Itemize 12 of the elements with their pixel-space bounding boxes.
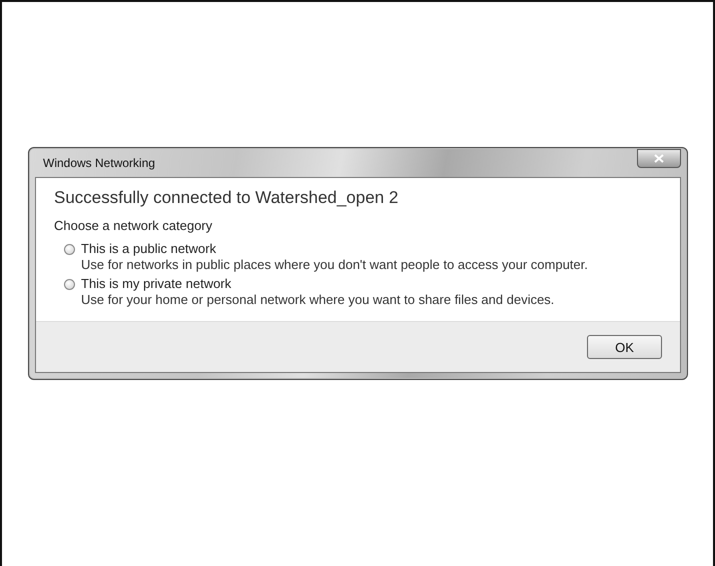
option-label[interactable]: This is a public network: [81, 241, 588, 256]
ok-button[interactable]: OK: [587, 335, 662, 359]
close-icon: [654, 154, 664, 163]
prompt-text: Choose a network category: [54, 218, 214, 233]
option-label[interactable]: This is my private network: [81, 276, 554, 291]
close-button[interactable]: [637, 149, 681, 168]
dialog-heading: Successfully connected to Watershed_open 2: [54, 188, 400, 208]
option-description: Use for your home or personal network where you want to share files and devices.: [81, 292, 554, 307]
radio-button[interactable]: [64, 279, 75, 290]
option-description: Use for networks in public places where you don't want people to access your computer.: [81, 257, 588, 272]
window-title: Windows Networking: [42, 156, 156, 170]
radio-button[interactable]: [64, 244, 75, 255]
